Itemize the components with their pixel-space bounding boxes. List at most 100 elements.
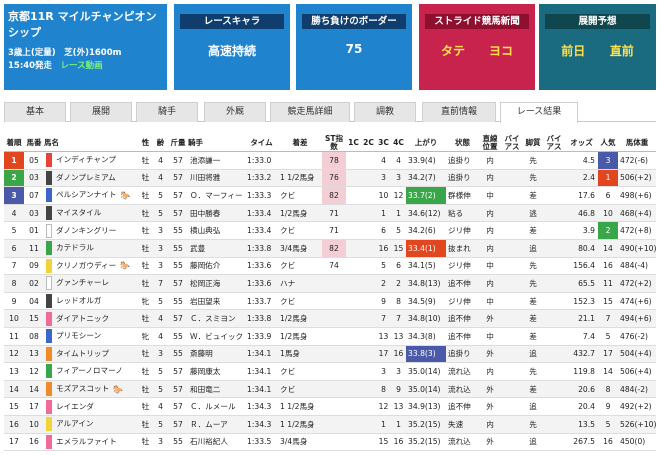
horse-name-cell[interactable]: レッドオルガ bbox=[44, 292, 138, 311]
odds: 20.4 bbox=[565, 397, 598, 416]
body-weight: 498(+6) bbox=[618, 186, 656, 205]
stretch-position: 中 bbox=[479, 327, 501, 346]
column-header: 2C bbox=[361, 135, 376, 152]
finish-time: 1:33.7 bbox=[245, 292, 278, 311]
horse-name[interactable]: ペルシアンナイト bbox=[56, 190, 116, 199]
horse-name[interactable]: インディチャンプ bbox=[56, 155, 116, 164]
sex: 牡 bbox=[138, 433, 153, 452]
horse-name-cell[interactable]: エメラルファイト bbox=[44, 433, 138, 452]
horse-name[interactable]: プリモシーン bbox=[56, 331, 101, 340]
red-horse-icon: 🐎 bbox=[113, 384, 124, 394]
corner-1 bbox=[346, 309, 361, 328]
table-row[interactable]: 2 03 ダノンプレミアム牡 4 57 川田将雅 1:33.2 1 1/2馬身 76 3 3 34.2… bbox=[4, 169, 656, 188]
corner-4: 16 bbox=[391, 345, 406, 364]
tab-race-result[interactable]: レース結果 bbox=[500, 102, 578, 123]
weight-carried: 57 bbox=[168, 309, 188, 328]
table-row[interactable]: 1 05 インディチャンプ牡 4 57 池添謙一 1:33.0 78 4 4 33.9(4) 追掛り内… bbox=[4, 151, 656, 170]
corner-3: 16 bbox=[376, 239, 391, 258]
table-row[interactable]: 17 16 エメラルファイト牡 3 55 石川裕紀人 1:33.5 3/4馬身 15 16 35.2… bbox=[4, 433, 656, 452]
horse-name-cell[interactable]: カテドラル bbox=[44, 239, 138, 258]
weight-carried: 55 bbox=[168, 345, 188, 364]
race-video-link[interactable]: レース動画 bbox=[61, 61, 103, 71]
finish-time: 1:34.1 bbox=[245, 345, 278, 364]
horse-name-cell[interactable]: ダノンプレミアム bbox=[44, 169, 138, 188]
horse-number: 02 bbox=[24, 274, 44, 293]
bias-2 bbox=[543, 380, 565, 399]
column-header: 1C bbox=[346, 135, 361, 152]
finish-position: 4 bbox=[4, 204, 24, 223]
table-row[interactable]: 5 01 ダノンキングリー牡 3 55 横山典弘 1:33.4 クビ 71 6 5 34.2(6) ジリ… bbox=[4, 221, 656, 240]
horse-name-cell[interactable]: アルアイン bbox=[44, 415, 138, 434]
horse-name-cell[interactable]: インディチャンプ bbox=[44, 151, 138, 170]
finish-position: 15 bbox=[4, 397, 24, 416]
horse-number: 01 bbox=[24, 221, 44, 240]
tab-workout[interactable]: 調教 bbox=[354, 102, 416, 122]
horse-name-cell[interactable]: ペルシアンナイト 🐎 bbox=[44, 186, 138, 205]
table-row[interactable]: 10 15 ダイアトニック牡 4 57 Ｃ．スミヨン 1:33.8 1/2馬身 7 7 34.8(1… bbox=[4, 309, 656, 328]
running-style: 先 bbox=[523, 274, 543, 293]
popularity: 8 bbox=[598, 380, 618, 399]
table-row[interactable]: 7 09 クリノガウディー 🐎 牡 3 55 藤岡佑介 1:33.6 クビ 74 5 6 34.1(5) ジ… bbox=[4, 257, 656, 276]
table-row[interactable]: 16 10 アルアイン牡 5 57 Ｒ．ムーア 1:34.3 1 1/2馬身 1 1 35.2(15… bbox=[4, 415, 656, 434]
corner-2 bbox=[361, 345, 376, 364]
horse-name[interactable]: クリノガウディー bbox=[56, 261, 116, 270]
horse-name-cell[interactable]: レイエンダ bbox=[44, 397, 138, 416]
table-row[interactable]: 3 07 ペルシアンナイト 🐎 牡 5 57 Ｏ．マーフィー 1:33.3 クビ 82 10 12 33.… bbox=[4, 186, 656, 205]
tab-pace[interactable]: 展開 bbox=[70, 102, 132, 122]
table-row[interactable]: 13 12 フィアーノロマーノ牡 5 57 藤岡康太 1:34.1 クビ 3 3 35.0(14) 流… bbox=[4, 362, 656, 381]
horse-name[interactable]: マイスタイル bbox=[56, 208, 101, 217]
tab-jockey[interactable]: 騎手 bbox=[136, 102, 198, 122]
stride-newspaper-card: ストライド競馬新聞 タテ ヨコ bbox=[419, 4, 535, 90]
table-row[interactable]: 15 17 レイエンダ 牡 4 57 Ｃ．ルメール 1:34.3 1 1/2馬身 12 13 34.9… bbox=[4, 397, 656, 416]
tab-training-farm[interactable]: 外厩 bbox=[204, 102, 266, 122]
bias-2 bbox=[543, 397, 565, 416]
horse-name[interactable]: グァンチャーレ bbox=[56, 278, 109, 287]
tab-basic[interactable]: 基本 bbox=[4, 102, 66, 122]
horse-name-cell[interactable]: クリノガウディー 🐎 bbox=[44, 257, 138, 276]
horse-name-cell[interactable]: フィアーノロマーノ bbox=[44, 362, 138, 381]
table-row[interactable]: 8 02 グァンチャーレ牡 7 57 松岡正海 1:33.6 ハナ 2 2 34.8(13) 追不伸内… bbox=[4, 274, 656, 293]
table-row[interactable]: 11 08 プリモシーン牝 4 55 Ｗ．ビュイック 1:33.9 1/2馬身 13 13 34.3… bbox=[4, 327, 656, 346]
weight-carried: 55 bbox=[168, 239, 188, 258]
tate-link[interactable]: タテ bbox=[441, 42, 465, 59]
st-index bbox=[322, 274, 346, 293]
tab-horse-detail[interactable]: 競走馬詳細 bbox=[270, 102, 350, 122]
horse-name-cell[interactable]: マイスタイル bbox=[44, 204, 138, 223]
horse-name-cell[interactable]: プリモシーン bbox=[44, 327, 138, 346]
corner-1 bbox=[346, 397, 361, 416]
horse-name[interactable]: アルアイン bbox=[56, 419, 94, 428]
horse-name[interactable]: エメラルファイト bbox=[56, 437, 117, 446]
jockey-name: Ｏ．マーフィー bbox=[188, 186, 245, 205]
table-row[interactable]: 14 14 モズアスコット 🐎 牡 5 57 和田竜二 1:34.1 クビ 8 9 35.0(14) 流れ… bbox=[4, 380, 656, 399]
horse-name[interactable]: モズアスコット bbox=[56, 384, 109, 393]
horse-name[interactable]: レイエンダ bbox=[56, 402, 94, 411]
previous-day-link[interactable]: 前日 bbox=[561, 42, 585, 59]
horse-name-cell[interactable]: タイムトリップ bbox=[44, 345, 138, 364]
table-row[interactable]: 6 11 カテドラル 牡 3 55 武豊 1:33.8 3/4馬身 82 16 15 33.4(1) 抜ま… bbox=[4, 239, 656, 258]
horse-name[interactable]: ダノンプレミアム bbox=[56, 173, 116, 182]
tab-pre-race[interactable]: 直前情報 bbox=[422, 102, 496, 122]
table-row[interactable]: 12 13 タイムトリップ牡 3 55 斎藤明 1:34.1 1馬身 17 16 33.8(3) 追掛… bbox=[4, 345, 656, 364]
body-weight: 494(+6) bbox=[618, 309, 656, 328]
finish-position: 13 bbox=[4, 362, 24, 381]
table-row[interactable]: 4 03 マイスタイル牡 5 57 田中勝春 1:33.4 1/2馬身 71 1 1 34.6(12)… bbox=[4, 204, 656, 223]
corner-1 bbox=[346, 239, 361, 258]
horse-name-cell[interactable]: モズアスコット 🐎 bbox=[44, 380, 138, 399]
horse-name[interactable]: ダイアトニック bbox=[56, 314, 109, 323]
horse-name[interactable]: カテドラル bbox=[56, 243, 94, 252]
horse-name-cell[interactable]: グァンチャーレ bbox=[44, 274, 138, 293]
just-before-link[interactable]: 直前 bbox=[610, 42, 634, 59]
yoko-link[interactable]: ヨコ bbox=[489, 42, 513, 59]
table-row[interactable]: 9 04 レッドオルガ牝 5 55 岩田望来 1:33.7 クビ 9 8 34.5(9) ジリ伸中差 1… bbox=[4, 292, 656, 311]
horse-name[interactable]: タイムトリップ bbox=[56, 349, 109, 358]
running-style: 差 bbox=[523, 327, 543, 346]
horse-name[interactable]: ダノンキングリー bbox=[56, 226, 116, 235]
horse-name[interactable]: フィアーノロマーノ bbox=[56, 366, 123, 375]
horse-name-cell[interactable]: ダノンキングリー bbox=[44, 221, 138, 240]
stretch-position: 外 bbox=[479, 345, 501, 364]
stretch-position: 内 bbox=[479, 169, 501, 188]
margin: 1馬身 bbox=[278, 345, 322, 364]
popularity: 5 bbox=[598, 415, 618, 434]
horse-name[interactable]: レッドオルガ bbox=[56, 296, 101, 305]
horse-name-cell[interactable]: ダイアトニック bbox=[44, 309, 138, 328]
